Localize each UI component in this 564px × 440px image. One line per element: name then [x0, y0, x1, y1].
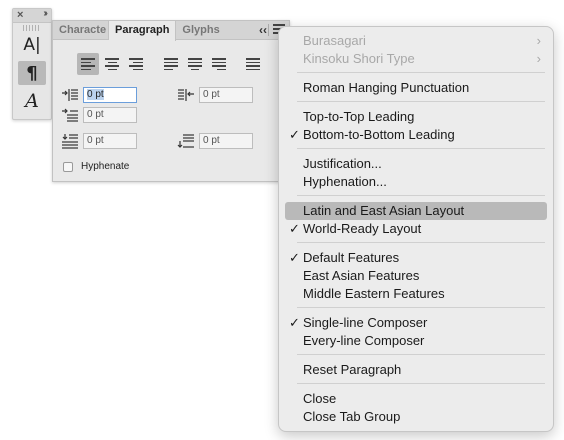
expand-icon[interactable]: ››: [43, 8, 47, 19]
menu-item-hyphenation[interactable]: Hyphenation...: [285, 173, 547, 191]
tools-title-bar: × ››: [13, 8, 51, 23]
left-indent-icon: [62, 89, 78, 101]
menu-item-reset-paragraph[interactable]: Reset Paragraph: [285, 361, 547, 379]
menu-item-single-line-composer[interactable]: ✓ Single-line Composer: [285, 314, 547, 332]
align-right-button[interactable]: [125, 53, 147, 75]
collapse-panel-icon[interactable]: ‹‹: [259, 23, 267, 37]
menu-item-label: East Asian Features: [303, 268, 420, 283]
menu-item-label: Hyphenation...: [303, 174, 387, 189]
menu-item-label: Bottom-to-Bottom Leading: [303, 127, 455, 142]
menu-separator: [297, 307, 545, 308]
menu-item-label: Kinsoku Shori Type: [303, 51, 415, 66]
menu-item-label: Justification...: [303, 156, 382, 171]
hyphenate-checkbox[interactable]: [63, 161, 73, 172]
hyphenate-row[interactable]: Hyphenate: [63, 161, 129, 172]
menu-separator: [297, 195, 545, 196]
justify-last-center-button[interactable]: [184, 53, 206, 75]
menu-separator: [297, 72, 545, 73]
space-after-field[interactable]: 0 pt: [199, 133, 253, 149]
menu-item-label: Latin and East Asian Layout: [303, 203, 465, 218]
space-before-icon: [62, 134, 78, 149]
type-tools-strip: × ›› A| ¶ A: [12, 8, 52, 120]
menu-item-label: Burasagari: [303, 33, 366, 48]
tab-bar-divider: [268, 24, 269, 36]
tab-character[interactable]: Characte: [53, 21, 109, 40]
menu-item-latin-and-east-asian-layout[interactable]: Latin and East Asian Layout: [285, 202, 547, 220]
right-indent-field[interactable]: 0 pt: [199, 87, 253, 103]
character-panel-icon[interactable]: A|: [18, 33, 46, 57]
space-after-icon: [177, 134, 194, 148]
drag-grip[interactable]: [23, 25, 41, 31]
align-left-button[interactable]: [77, 53, 99, 75]
menu-item-label: Close: [303, 391, 337, 406]
menu-item-label: World-Ready Layout: [303, 221, 422, 236]
menu-separator: [297, 148, 545, 149]
menu-item-bottom-to-bottom-leading[interactable]: ✓ Bottom-to-Bottom Leading: [285, 126, 547, 144]
align-center-button[interactable]: [101, 53, 123, 75]
menu-item-burasagari[interactable]: Burasagari ›: [285, 32, 547, 50]
menu-item-top-to-top-leading[interactable]: Top-to-Top Leading: [285, 108, 547, 126]
first-line-indent-field[interactable]: 0 pt: [83, 107, 137, 123]
tab-paragraph[interactable]: Paragraph: [109, 21, 177, 41]
checkmark-icon: ✓: [289, 315, 300, 330]
menu-item-label: Default Features: [303, 250, 400, 265]
panel-tab-bar: Characte Paragraph Glyphs ‹‹: [53, 21, 289, 41]
menu-item-close[interactable]: Close: [285, 390, 547, 408]
menu-item-every-line-composer[interactable]: Every-line Composer: [285, 332, 547, 350]
menu-item-kinsoku-shori-type[interactable]: Kinsoku Shori Type ›: [285, 50, 547, 68]
tab-glyphs[interactable]: Glyphs: [176, 21, 225, 40]
menu-item-justification[interactable]: Justification...: [285, 155, 547, 173]
right-indent-icon: [178, 89, 194, 101]
justify-all-button[interactable]: [242, 53, 264, 75]
submenu-arrow-icon: ›: [536, 51, 541, 66]
checkmark-icon: ✓: [289, 250, 300, 265]
paragraph-panel-flyout-menu: Burasagari › Kinsoku Shori Type › Roman …: [278, 26, 554, 432]
menu-item-label: Reset Paragraph: [303, 362, 402, 377]
menu-item-world-ready-layout[interactable]: ✓ World-Ready Layout: [285, 220, 547, 238]
menu-item-east-asian-features[interactable]: East Asian Features: [285, 267, 547, 285]
menu-separator: [297, 101, 545, 102]
menu-separator: [297, 383, 545, 384]
menu-item-label: Close Tab Group: [303, 409, 401, 424]
paragraph-panel-icon[interactable]: ¶: [18, 61, 46, 85]
menu-item-label: Top-to-Top Leading: [303, 109, 415, 124]
hyphenate-label: Hyphenate: [81, 161, 130, 172]
menu-item-close-tab-group[interactable]: Close Tab Group: [285, 408, 547, 426]
menu-item-middle-eastern-features[interactable]: Middle Eastern Features: [285, 285, 547, 303]
menu-item-label: Single-line Composer: [303, 315, 428, 330]
space-before-field[interactable]: 0 pt: [83, 133, 137, 149]
paragraph-panel: Characte Paragraph Glyphs ‹‹ 0 pt 0 pt 0…: [52, 20, 290, 182]
first-line-indent-icon: [62, 108, 78, 122]
checkmark-icon: ✓: [289, 221, 300, 236]
left-indent-value: 0 pt: [87, 89, 104, 100]
menu-separator: [297, 242, 545, 243]
close-icon[interactable]: ×: [17, 9, 23, 21]
justify-last-right-button[interactable]: [208, 53, 230, 75]
left-indent-field[interactable]: 0 pt: [83, 87, 137, 103]
menu-item-label: Every-line Composer: [303, 333, 425, 348]
menu-item-default-features[interactable]: ✓ Default Features: [285, 249, 547, 267]
submenu-arrow-icon: ›: [536, 33, 541, 48]
menu-item-label: Roman Hanging Punctuation: [303, 80, 470, 95]
menu-separator: [297, 354, 545, 355]
glyphs-panel-icon[interactable]: A: [18, 89, 46, 113]
checkmark-icon: ✓: [289, 127, 300, 142]
justify-last-left-button[interactable]: [160, 53, 182, 75]
menu-item-label: Middle Eastern Features: [303, 286, 445, 301]
menu-item-roman-hanging-punctuation[interactable]: Roman Hanging Punctuation: [285, 79, 547, 97]
